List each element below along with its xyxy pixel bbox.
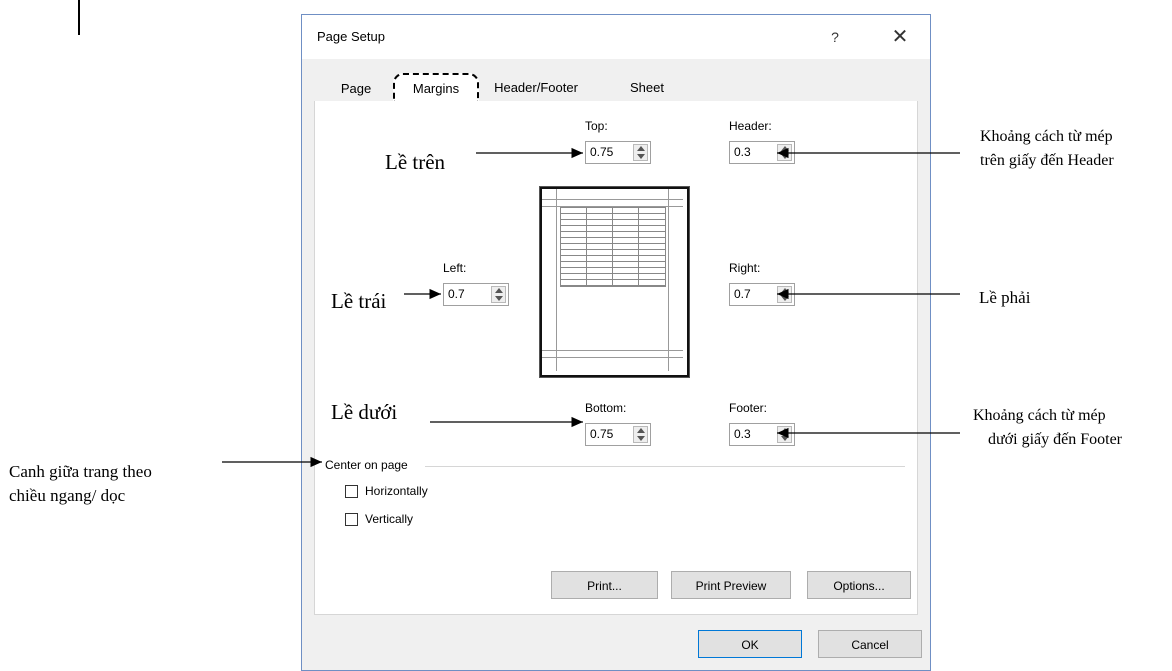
annotation-arrows <box>222 147 960 468</box>
